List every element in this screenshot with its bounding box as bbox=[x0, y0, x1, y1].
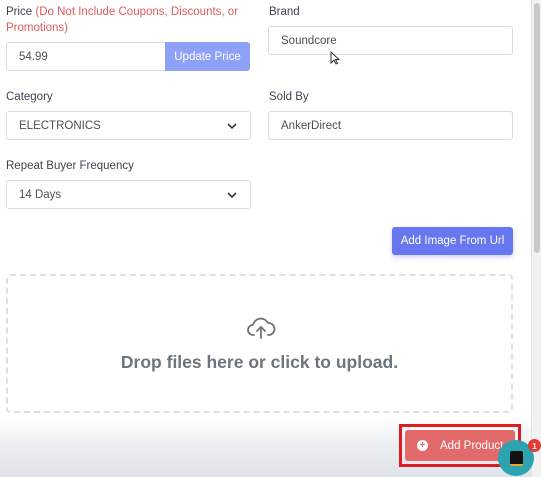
price-warning-note: (Do Not Include Coupons, Discounts, or P… bbox=[6, 6, 239, 34]
price-label: Price (Do Not Include Coupons, Discounts… bbox=[6, 4, 251, 36]
cloud-upload-icon bbox=[247, 317, 276, 339]
add-image-from-url-button[interactable]: Add Image From Url bbox=[392, 227, 513, 255]
update-price-button[interactable]: Update Price bbox=[165, 42, 250, 71]
sold-by-input-value: AnkerDirect bbox=[281, 119, 342, 132]
sold-by-label: Sold By bbox=[269, 91, 309, 103]
plus-circle-icon: + bbox=[417, 440, 428, 451]
repeat-buyer-select-value: 14 Days bbox=[19, 188, 62, 201]
scrollbar-thumb[interactable] bbox=[534, 3, 540, 253]
dropzone-text: Drop files here or click to upload. bbox=[120, 352, 399, 372]
sold-by-input[interactable]: AnkerDirect bbox=[268, 111, 513, 140]
category-select[interactable]: ELECTRONICS bbox=[6, 111, 251, 140]
repeat-buyer-select[interactable]: 14 Days bbox=[6, 180, 251, 209]
price-label-text: Price bbox=[6, 6, 33, 18]
brand-input[interactable]: Soundcore bbox=[268, 26, 513, 55]
brand-label: Brand bbox=[269, 6, 300, 18]
notification-badge: 1 bbox=[528, 439, 541, 452]
category-label: Category bbox=[6, 91, 53, 103]
file-dropzone[interactable]: Drop files here or click to upload. bbox=[6, 274, 513, 413]
brand-input-value: Soundcore bbox=[281, 34, 337, 47]
chevron-down-icon bbox=[227, 191, 237, 198]
mouse-cursor-icon bbox=[330, 51, 340, 65]
chevron-down-icon bbox=[227, 122, 237, 129]
price-input-value: 54.99 bbox=[19, 50, 48, 63]
add-product-label: Add Product bbox=[440, 439, 504, 452]
scrollbar[interactable] bbox=[531, 0, 541, 477]
chat-icon bbox=[509, 450, 523, 466]
category-select-value: ELECTRONICS bbox=[19, 119, 101, 132]
price-input[interactable]: 54.99 bbox=[6, 42, 166, 71]
repeat-buyer-label: Repeat Buyer Frequency bbox=[6, 160, 134, 172]
